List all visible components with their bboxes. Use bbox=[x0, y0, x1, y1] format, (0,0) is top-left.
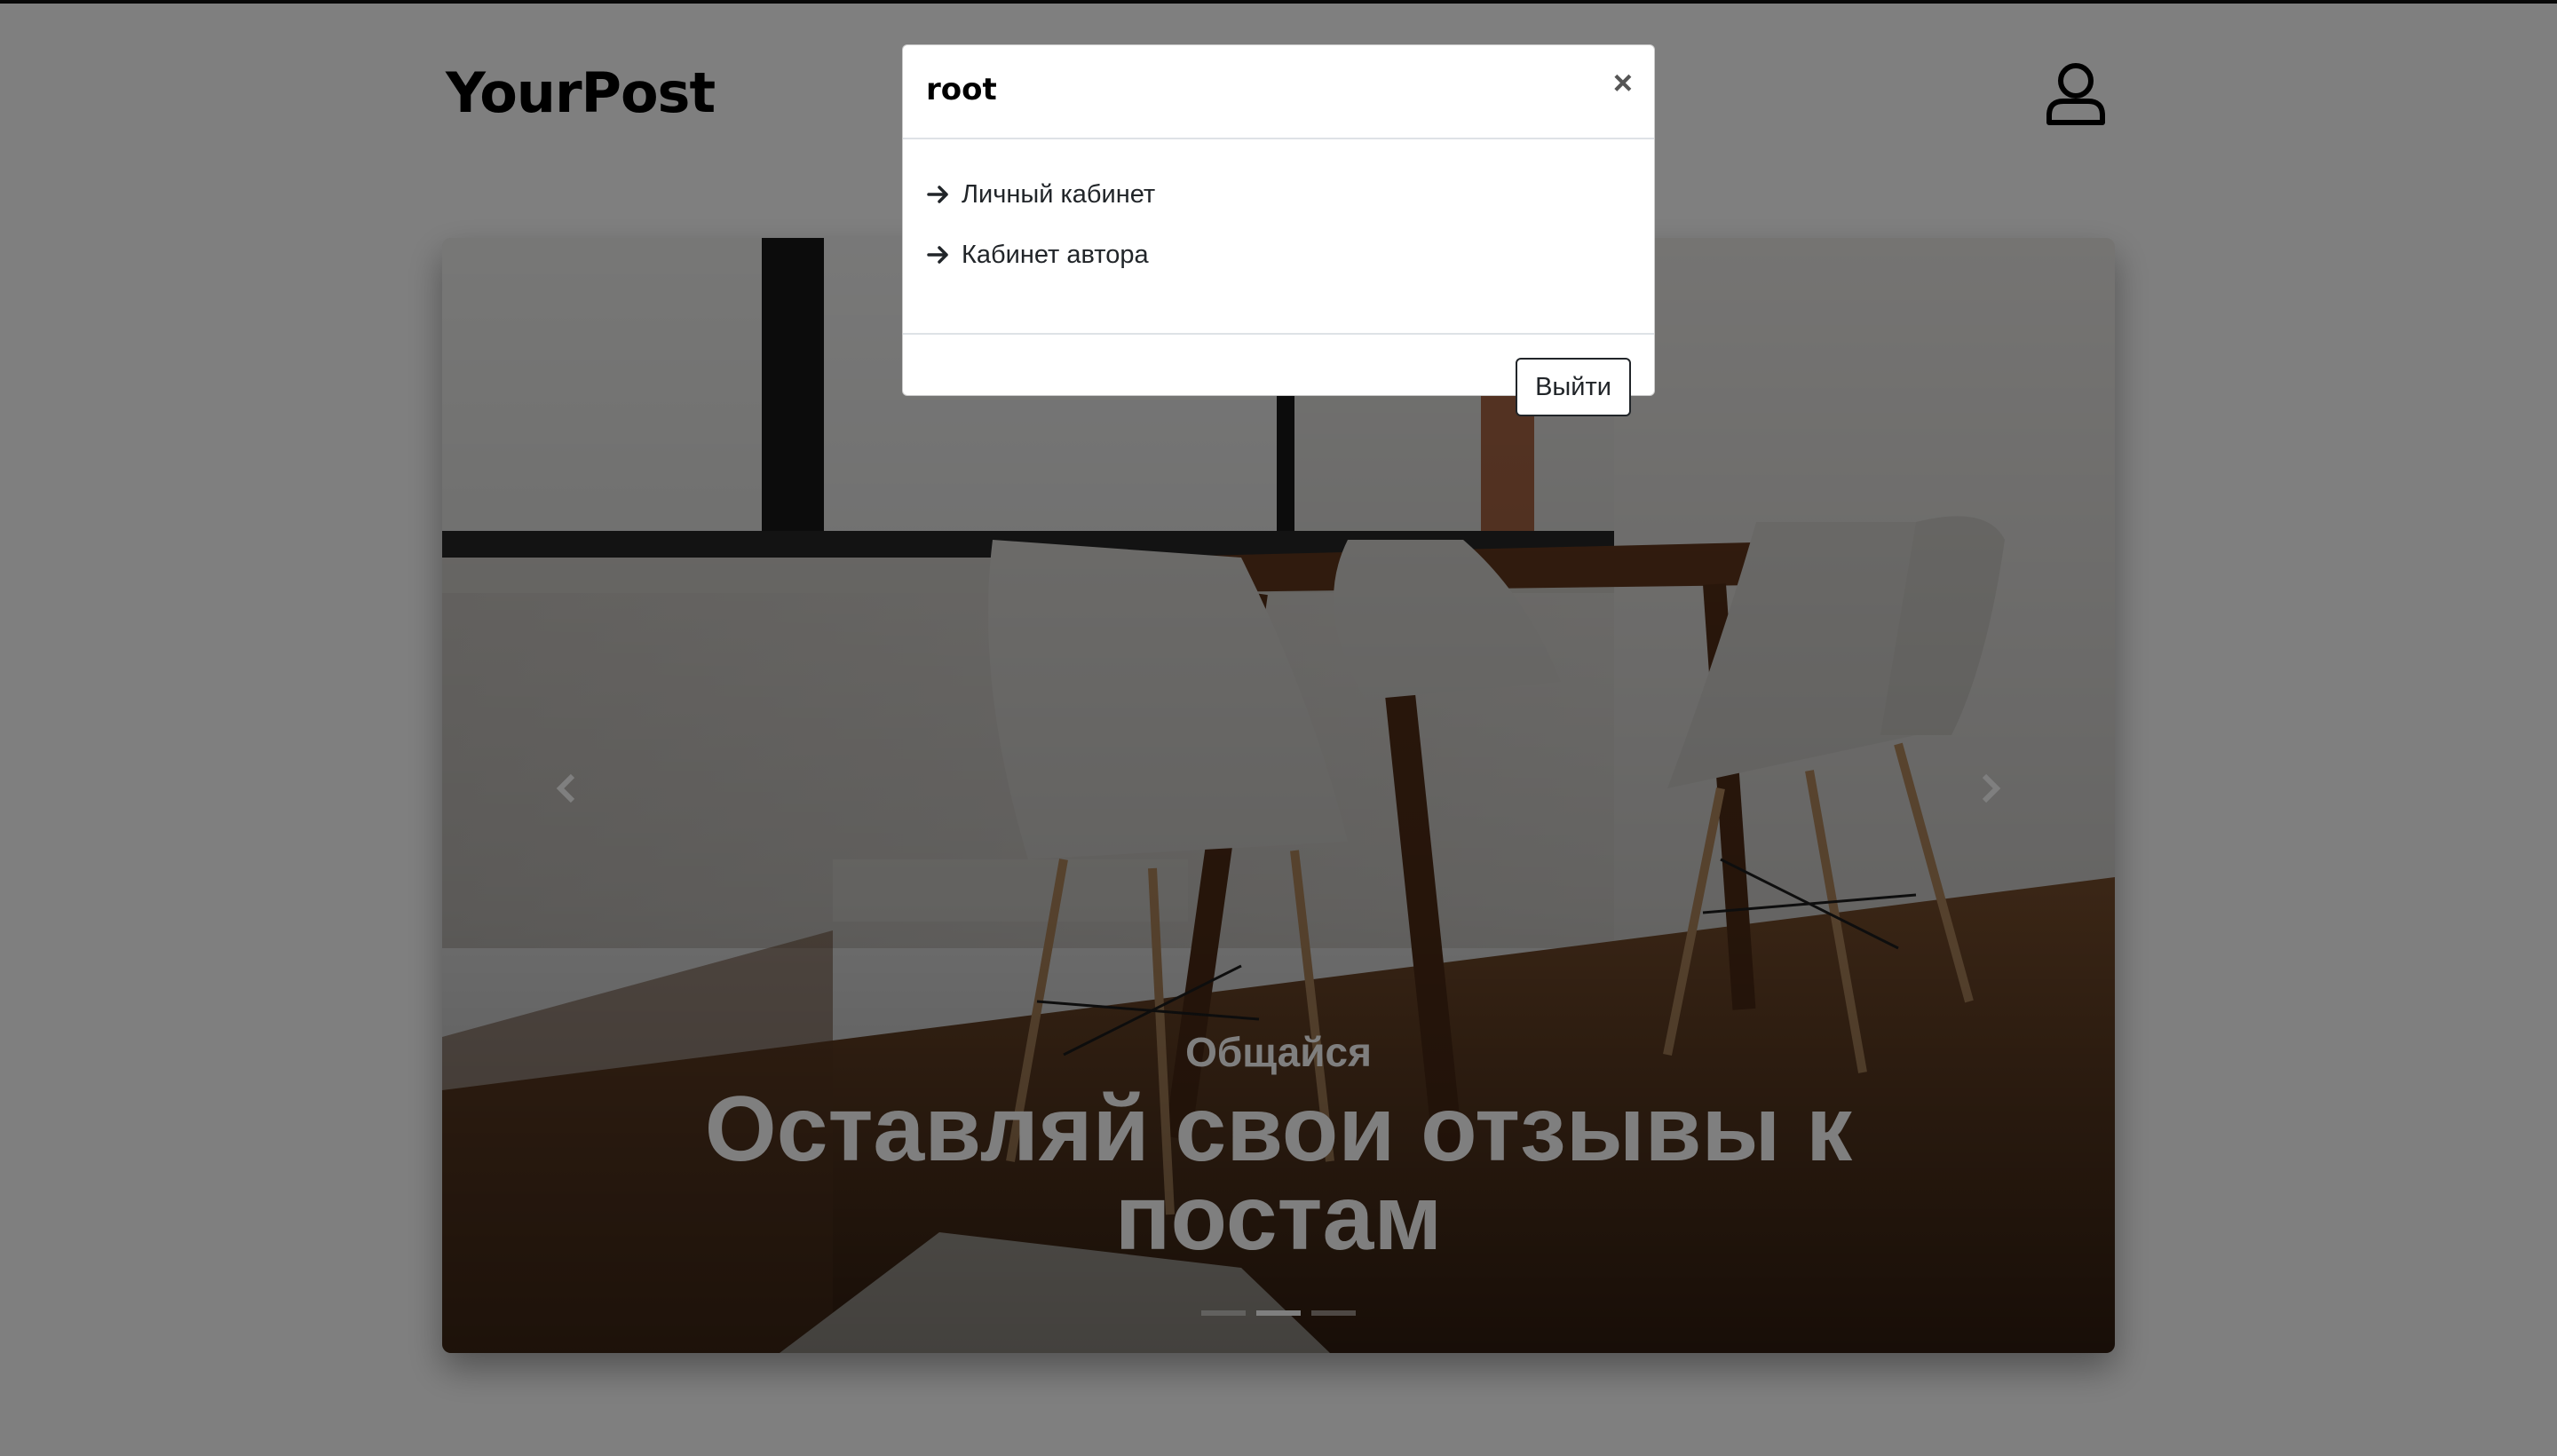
close-icon[interactable]: × bbox=[1613, 67, 1633, 100]
user-modal: root × Личный кабинет Кабинет автора Вый… bbox=[902, 44, 1655, 416]
modal-title: root bbox=[926, 72, 997, 107]
personal-account-link[interactable]: Личный кабинет bbox=[903, 164, 1654, 225]
logout-button[interactable]: Выйти bbox=[1516, 358, 1631, 416]
modal-footer: Выйти bbox=[903, 335, 1654, 416]
personal-account-label: Личный кабинет bbox=[962, 179, 1156, 209]
arrow-right-icon bbox=[926, 182, 951, 207]
modal-body: Личный кабинет Кабинет автора bbox=[903, 139, 1654, 335]
modal-header: root × bbox=[903, 45, 1654, 139]
page: YourPost bbox=[0, 0, 2557, 1456]
author-account-label: Кабинет автора bbox=[962, 240, 1149, 269]
author-account-link[interactable]: Кабинет автора bbox=[903, 225, 1654, 285]
arrow-right-icon bbox=[926, 242, 951, 267]
